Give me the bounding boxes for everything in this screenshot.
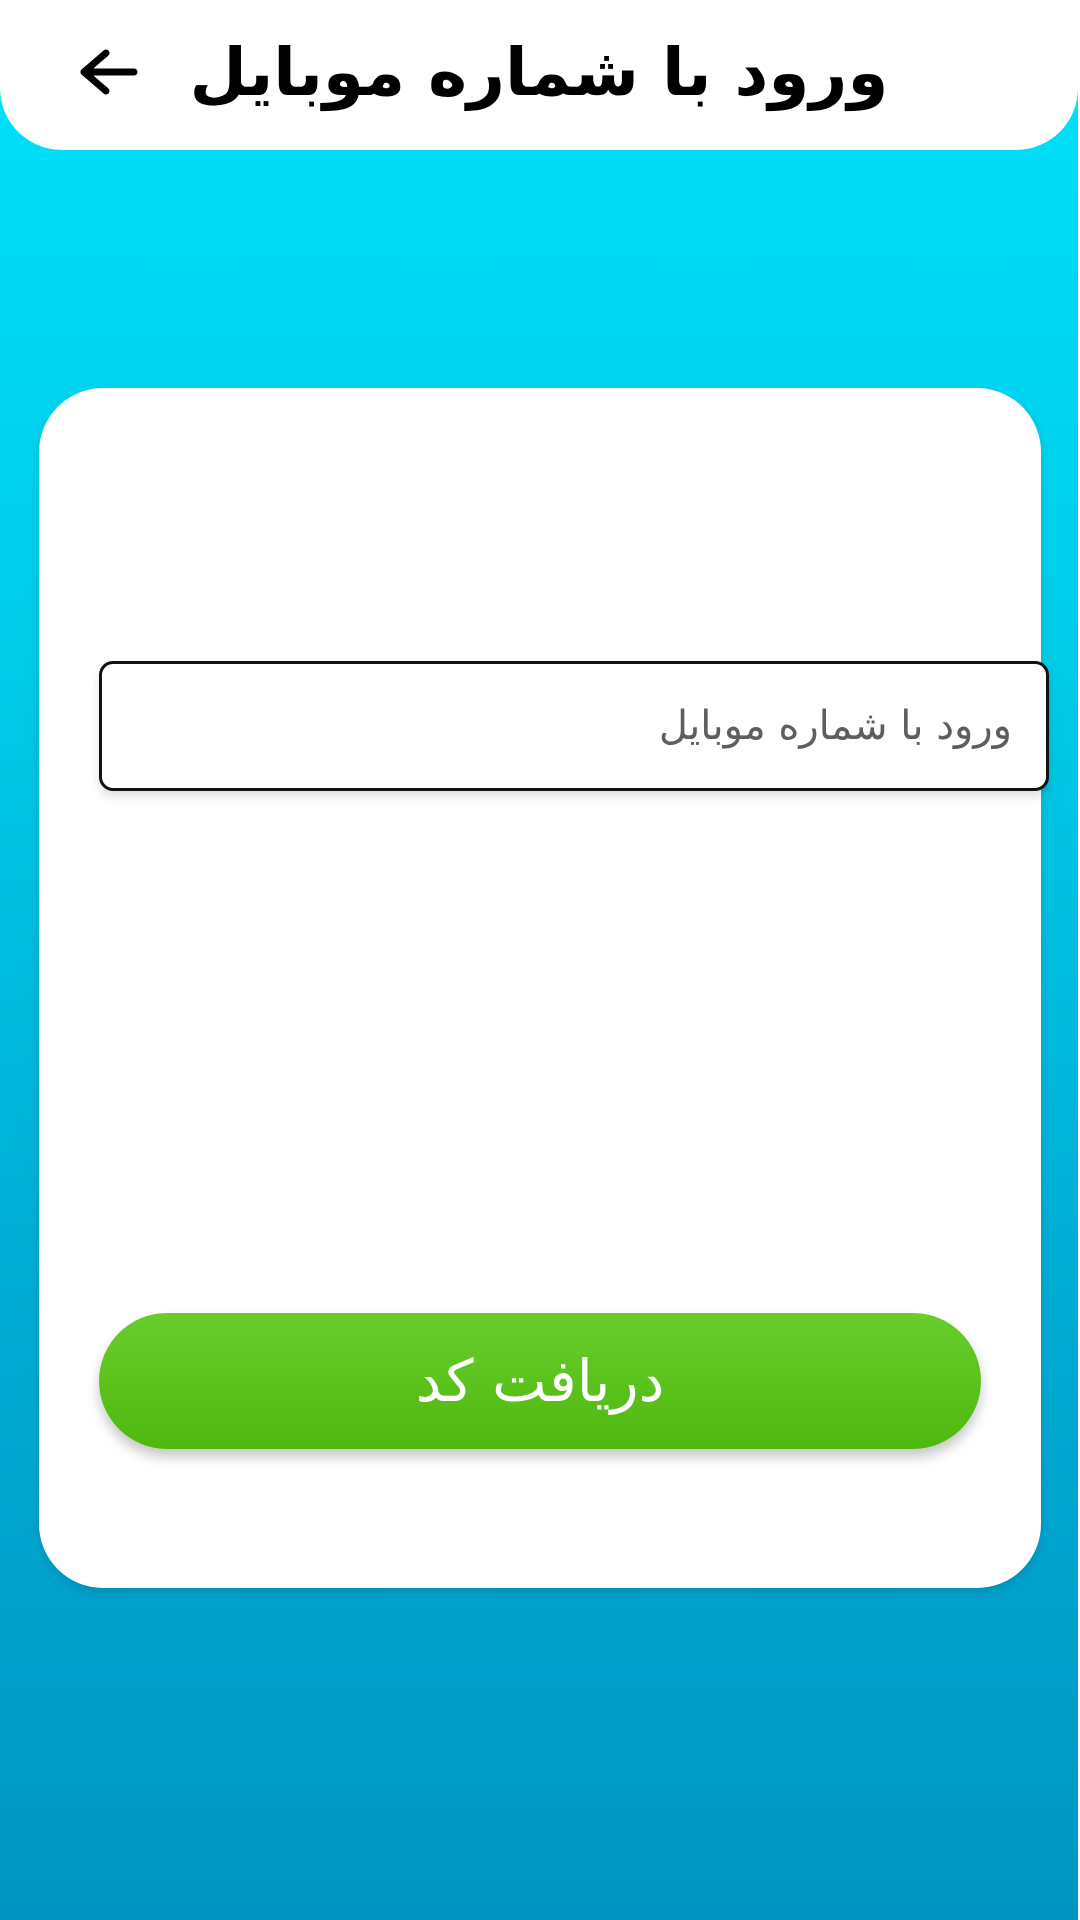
get-code-button[interactable]: دریافت کد [99,1313,981,1449]
app-bar: ورود با شماره موبایل [0,0,1078,150]
page-title: ورود با شماره موبایل [189,34,889,111]
login-screen: ورود با شماره موبایل دریافت کد [0,0,1078,1920]
phone-number-input[interactable] [99,661,1049,791]
arrow-left-icon [80,49,138,95]
back-button[interactable] [66,34,152,110]
login-card: دریافت کد [39,388,1049,1588]
